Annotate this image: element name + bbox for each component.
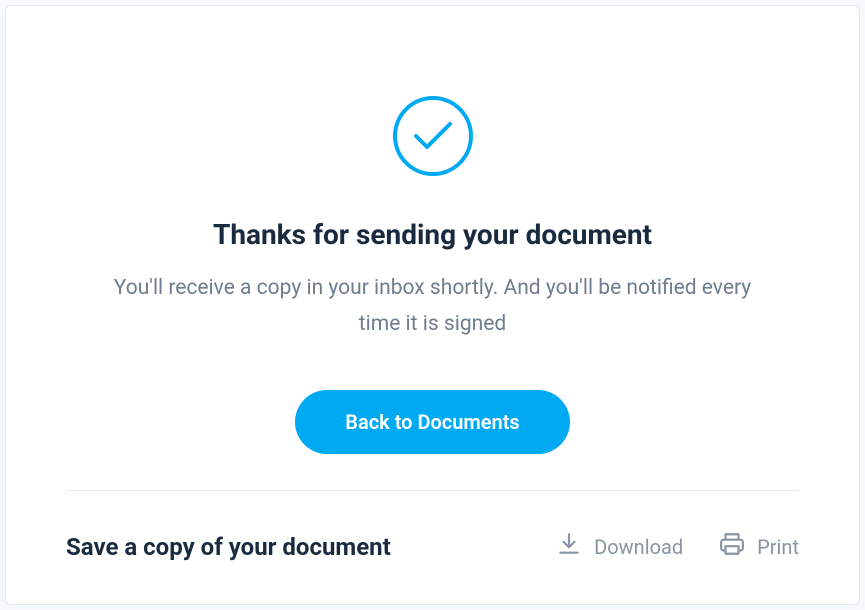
print-icon [719,531,745,562]
footer-section: Save a copy of your document Download Pr… [6,491,859,604]
confirmation-card: Thanks for sending your document You'll … [5,5,860,605]
download-button[interactable]: Download [556,531,683,562]
main-section: Thanks for sending your document You'll … [6,6,859,490]
download-label: Download [594,535,683,559]
print-button[interactable]: Print [719,531,799,562]
checkmark-icon [393,96,473,176]
print-label: Print [757,535,799,559]
back-to-documents-button[interactable]: Back to Documents [295,390,569,454]
confirmation-subtitle: You'll receive a copy in your inbox shor… [113,271,753,342]
save-copy-title: Save a copy of your document [66,533,520,561]
confirmation-title: Thanks for sending your document [213,218,652,251]
download-icon [556,531,582,562]
